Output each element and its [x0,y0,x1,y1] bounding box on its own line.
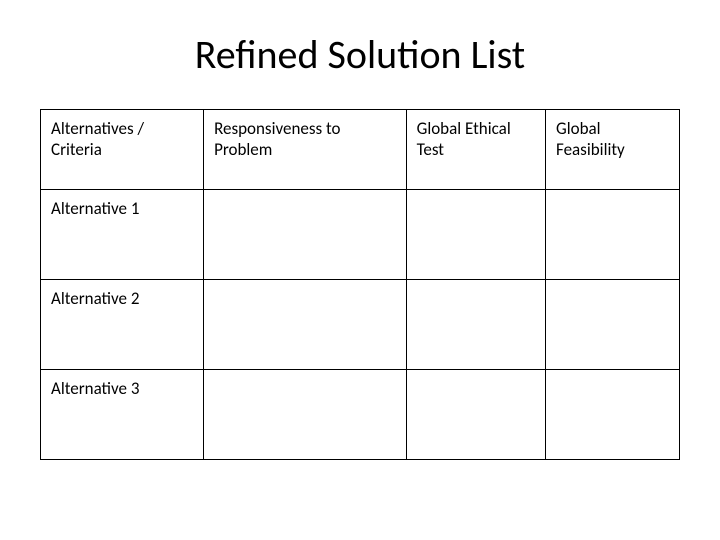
header-cell-responsiveness: Responsiveness to Problem [204,110,407,190]
cell [204,370,407,460]
header-cell-feasibility: Global Feasibility [546,110,680,190]
table-row: Alternative 1 [41,190,680,280]
row-label: Alternative 3 [41,370,204,460]
header-cell-ethical: Global Ethical Test [406,110,545,190]
table-row: Alternative 2 [41,280,680,370]
cell [406,280,545,370]
solution-table: Alternatives / Criteria Responsiveness t… [40,109,680,460]
cell [406,190,545,280]
cell [546,370,680,460]
row-label: Alternative 1 [41,190,204,280]
table-row: Alternative 3 [41,370,680,460]
page-title: Refined Solution List [40,30,680,79]
cell [546,190,680,280]
header-cell-alternatives: Alternatives / Criteria [41,110,204,190]
row-label: Alternative 2 [41,280,204,370]
cell [204,190,407,280]
table-header-row: Alternatives / Criteria Responsiveness t… [41,110,680,190]
cell [204,280,407,370]
cell [406,370,545,460]
cell [546,280,680,370]
